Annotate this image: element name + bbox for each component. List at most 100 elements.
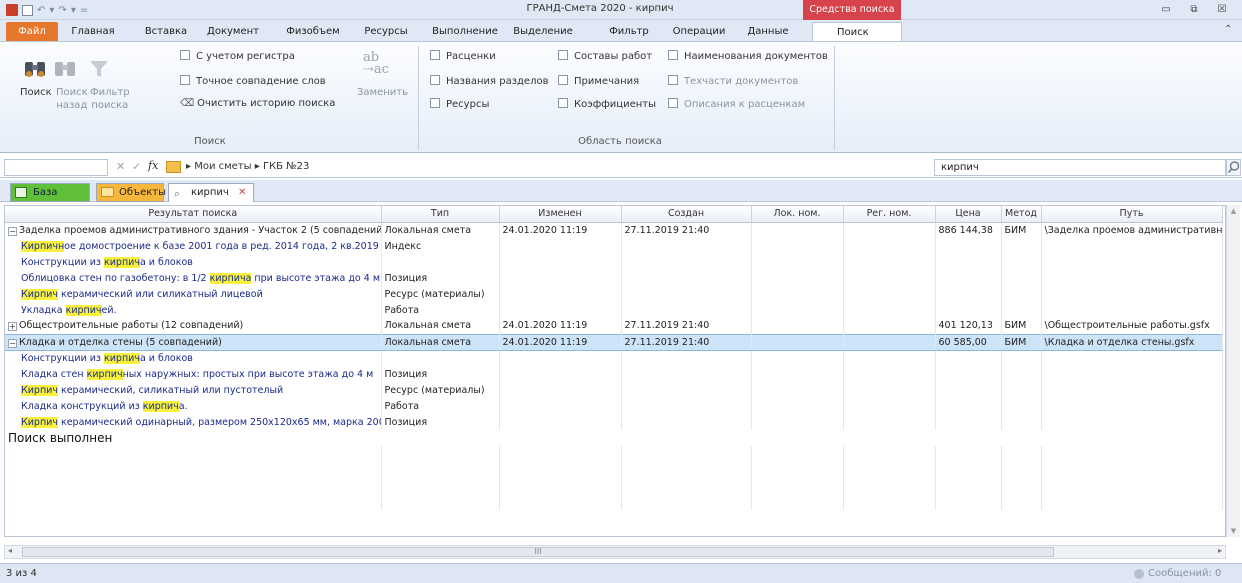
table-row[interactable]: Конструкции из кирпича и блоков [5,254,1223,270]
tab-home[interactable]: Главная [64,22,122,41]
empty-cell [1001,366,1042,382]
app-icon[interactable] [6,4,18,16]
breadcrumb-my-estimates[interactable]: Мои сметы [194,161,251,172]
table-row[interactable]: Кирпич керамический одинарный, размером … [5,414,1223,430]
dropdown-icon[interactable]: ▾ [71,5,76,16]
rate-descriptions-checkbox[interactable]: Описания к расценкам [668,98,805,110]
ribbon-collapse-icon[interactable]: ⌃ [1224,24,1232,35]
clear-history-button[interactable]: ⌫ Очистить историю поиска [180,98,335,109]
tab-insert[interactable]: Вставка [138,22,194,41]
section-names-checkbox[interactable]: Названия разделов [430,75,548,87]
tab-base[interactable]: База [10,183,90,202]
whole-words-checkbox[interactable]: Точное совпадение слов [180,75,326,87]
restore-button[interactable]: ⧉ [1182,2,1206,18]
column-header-local-number[interactable]: Лок. ном. [751,206,844,223]
rates-checkbox[interactable]: Расценки [430,50,496,62]
name-box[interactable] [4,159,108,176]
column-header-price[interactable]: Цена [935,206,1002,223]
binoculars-icon[interactable] [22,56,48,85]
messages-count[interactable]: Сообщений: 0 [1148,568,1221,579]
scroll-left-icon[interactable]: ◂ [8,546,12,555]
empty-cell [935,382,1002,398]
column-header-type[interactable]: Тип [381,206,500,223]
cancel-icon[interactable]: ✕ [116,160,125,173]
search-back-button[interactable]: Поиск назад [56,87,88,111]
empty-cell [843,462,936,478]
table-row[interactable]: Кирпичное домостроение к базе 2001 года … [5,238,1223,254]
column-header-method[interactable]: Метод [1001,206,1042,223]
breadcrumb-gkb-23[interactable]: ГКБ №23 [263,161,309,172]
tab-document[interactable]: Документ [202,22,264,41]
column-header-result[interactable]: Результат поиска [5,206,382,223]
scroll-right-icon[interactable]: ▸ [1218,546,1222,555]
confirm-icon[interactable]: ✓ [132,160,141,173]
table-row[interactable]: Облицовка стен по газобетону: в 1/2 кирп… [5,270,1223,286]
search-highlight: кирпич [104,256,140,268]
minimize-button[interactable]: ▭ [1154,2,1178,18]
empty-cell [843,286,936,302]
collapse-icon[interactable]: − [8,226,17,236]
customize-qa-icon[interactable]: = [80,5,88,16]
expand-icon[interactable]: + [8,322,17,332]
group-title: Общестроительные работы (12 совпадений) [19,320,244,332]
doc-techparts-checkbox[interactable]: Техчасти документов [668,75,798,87]
function-icon[interactable]: fx [148,159,158,172]
table-row[interactable]: Конструкции из кирпича и блоков [5,350,1223,366]
column-header-created[interactable]: Создан [621,206,752,223]
table-row[interactable]: Кирпич керамический, силикатный или пуст… [5,382,1223,398]
table-row[interactable]: Кирпич керамический или силикатный лицев… [5,286,1223,302]
tab-physical-volume[interactable]: Физобъем [282,22,344,41]
empty-cell [499,398,622,414]
close-tab-icon[interactable]: ✕ [238,187,246,198]
resources-checkbox[interactable]: Ресурсы [430,98,489,110]
redo-icon[interactable]: ↷ [58,5,66,16]
tab-search-results[interactable]: ⌕ кирпич ✕ [168,183,254,202]
type-cell: Локальная смета [381,318,500,334]
vertical-scrollbar[interactable]: ▲ ▼ [1226,205,1240,537]
tab-resources[interactable]: Ресурсы [358,22,414,41]
doc-names-checkbox[interactable]: Наименования документов [668,50,828,62]
search-filter-button[interactable]: Фильтр поиска [90,87,130,111]
table-row[interactable]: − Заделка проемов административного здани… [5,222,1223,238]
dropdown-icon[interactable]: ▾ [49,5,54,16]
column-header-path[interactable]: Путь [1041,206,1223,223]
tab-operations[interactable]: Операции [664,22,734,41]
tab-file[interactable]: Файл [6,22,58,41]
empty-cell [1001,478,1042,494]
table-row[interactable]: Укладка кирпичей. Работа [5,302,1223,318]
search-input[interactable] [934,159,1226,176]
collapse-icon[interactable]: − [8,338,17,348]
column-header-reg-number[interactable]: Рег. ном. [843,206,936,223]
column-header-modified[interactable]: Изменен [499,206,622,223]
horizontal-scroll-thumb[interactable]: III [22,547,1054,557]
status-row[interactable]: Поиск выполнен [5,430,1223,446]
tab-search[interactable]: Поиск [812,22,902,42]
scroll-down-icon[interactable]: ▼ [1227,527,1240,535]
table-row[interactable]: Кладка стен кирпичных наружных: простых … [5,366,1223,382]
tab-filter[interactable]: Фильтр [604,22,654,41]
save-icon[interactable] [22,4,33,16]
table-row[interactable]: − Кладка и отделка стены (5 совпадений) Ло… [5,333,1223,351]
search-go-icon[interactable] [1226,159,1241,176]
empty-cell [843,494,936,510]
search-highlight: Кирпич [21,384,58,396]
empty-cell [499,478,622,494]
table-row[interactable]: Кладка конструкций из кирпича. Работа [5,398,1223,414]
work-compositions-checkbox[interactable]: Составы работ [558,50,652,62]
scroll-up-icon[interactable]: ▲ [1227,207,1240,215]
notes-checkbox[interactable]: Примечания [558,75,639,87]
empty-cell [1041,478,1223,494]
tab-data[interactable]: Данные [740,22,796,41]
checkbox-icon [558,98,568,108]
tab-objects[interactable]: Объекты [96,183,166,202]
tab-selection[interactable]: Выделение [508,22,578,41]
undo-icon[interactable]: ↶ [37,5,45,16]
coefficients-checkbox[interactable]: Коэффициенты [558,98,656,110]
close-button[interactable]: ☒ [1210,2,1234,18]
replace-button[interactable]: Заменить [357,87,408,98]
search-button[interactable]: Поиск [20,87,52,98]
match-case-checkbox[interactable]: С учетом регистра [180,50,295,62]
tab-execution[interactable]: Выполнение [426,22,504,41]
table-row[interactable]: + Общестроительные работы (12 совпадений)… [5,318,1223,334]
search-highlight: кирпич [142,400,179,412]
